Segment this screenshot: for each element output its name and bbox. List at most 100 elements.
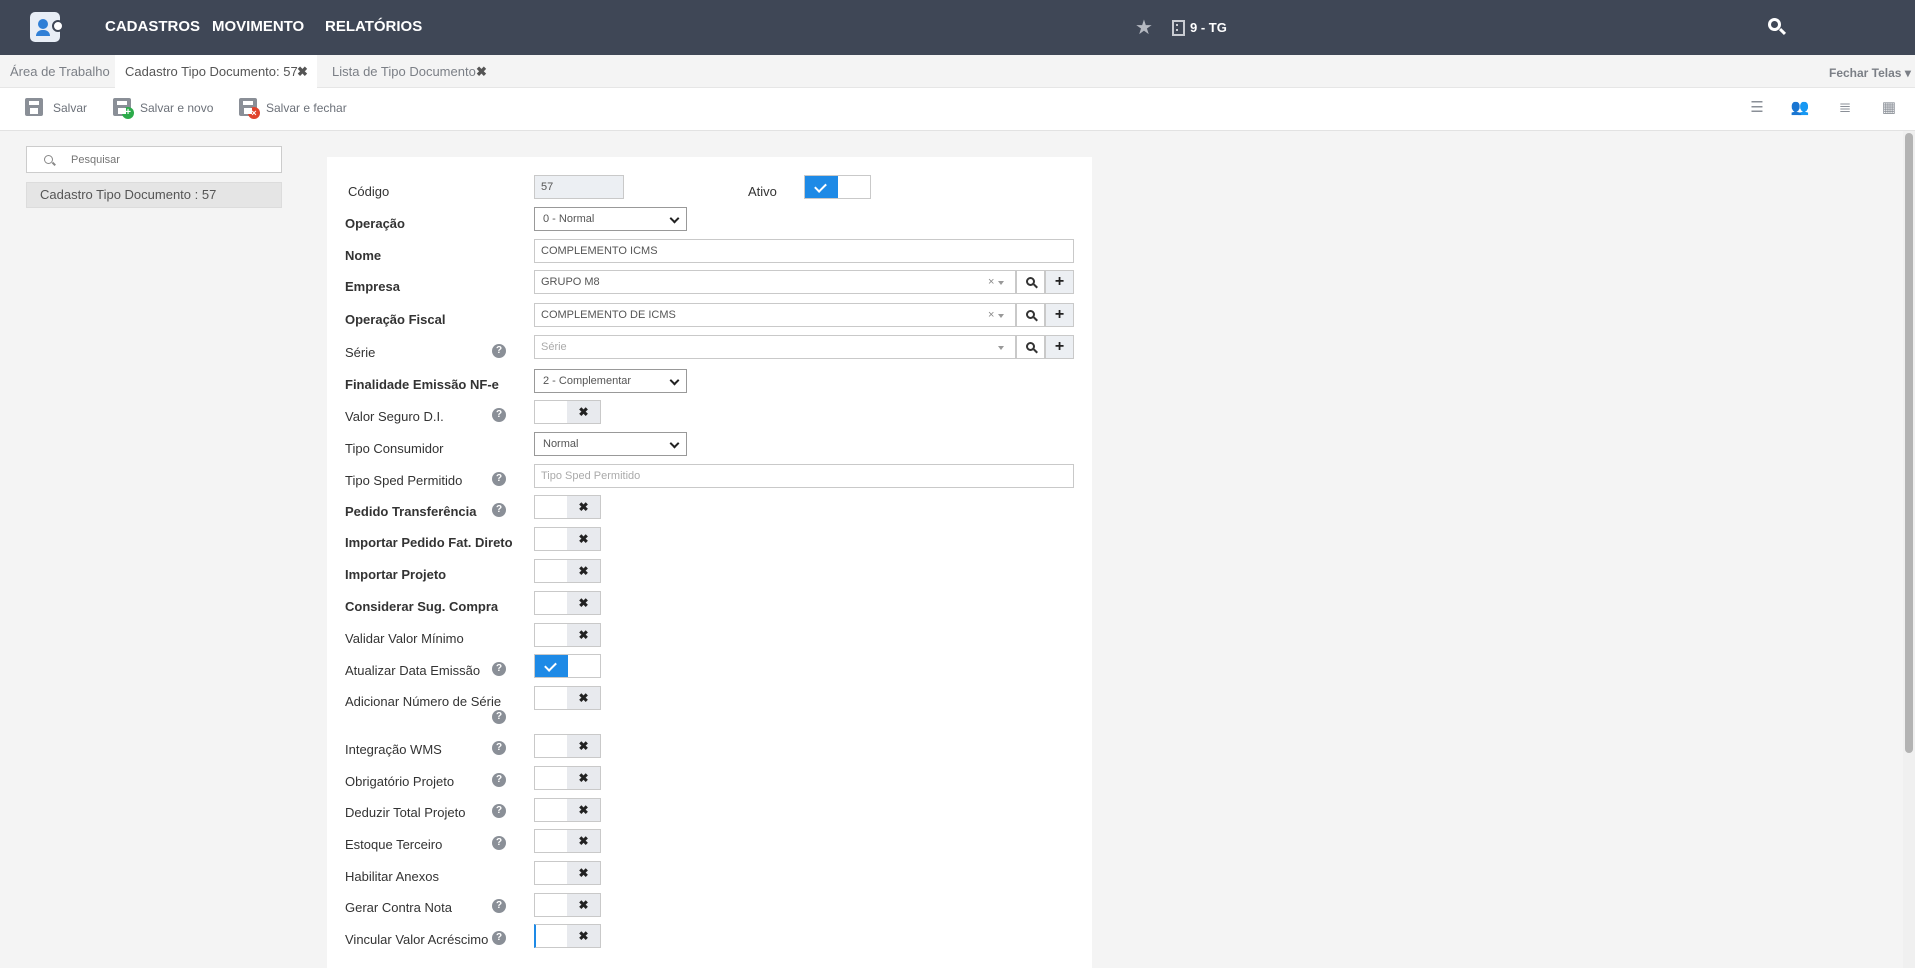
search-icon[interactable] xyxy=(1768,18,1787,36)
menu-movimento[interactable]: MOVIMENTO xyxy=(212,18,304,35)
x-icon: ✖ xyxy=(567,592,600,614)
check-icon xyxy=(535,655,568,677)
close-tab-icon[interactable]: ✖ xyxy=(476,64,487,80)
x-icon: ✖ xyxy=(567,894,600,916)
tipo-consumidor-select[interactable]: Normal xyxy=(534,432,687,456)
save-button[interactable]: Salvar xyxy=(25,98,90,122)
considerar-sug-compra-toggle[interactable]: ✖ xyxy=(534,591,601,615)
grid-view-icon[interactable]: ▦ xyxy=(1879,98,1899,118)
help-icon[interactable]: ? xyxy=(492,773,506,787)
validar-valor-minimo-toggle[interactable]: ✖ xyxy=(534,623,601,647)
ativo-label: Ativo xyxy=(748,184,777,199)
serie-label: Série xyxy=(345,345,376,360)
importar-projeto-toggle[interactable]: ✖ xyxy=(534,559,601,583)
list-view-icon[interactable]: ≣ xyxy=(1835,98,1855,118)
help-icon[interactable]: ? xyxy=(492,344,506,358)
gerar-contra-nota-toggle[interactable]: ✖ xyxy=(534,893,601,917)
serie-search-button[interactable] xyxy=(1016,335,1045,359)
operacao-fiscal-label: Operação Fiscal xyxy=(345,312,446,327)
tab-cadastro-tipo-documento[interactable]: Cadastro Tipo Documento: 57 xyxy=(115,55,317,88)
help-icon[interactable]: ? xyxy=(492,503,506,517)
sidebar-item-cadastro[interactable]: Cadastro Tipo Documento : 57 xyxy=(26,182,282,208)
top-navbar: CADASTROS MOVIMENTO RELATÓRIOS ★ 9 - TG xyxy=(0,0,1915,55)
operacao-fiscal-add-button[interactable]: + xyxy=(1045,303,1074,327)
clear-icon[interactable]: × xyxy=(988,276,994,288)
serie-select[interactable]: Série xyxy=(534,335,1016,359)
scrollbar-thumb[interactable] xyxy=(1905,133,1913,753)
importar-pedido-toggle[interactable]: ✖ xyxy=(534,527,601,551)
operacao-fiscal-select[interactable]: COMPLEMENTO DE ICMS xyxy=(534,303,1016,327)
atualizar-data-emissao-label: Atualizar Data Emissão xyxy=(345,663,481,678)
fechar-telas-menu[interactable]: Fechar Telas ▾ xyxy=(1829,66,1911,80)
help-icon[interactable]: ? xyxy=(492,472,506,486)
validar-valor-minimo-label: Validar Valor Mínimo xyxy=(345,631,464,646)
help-icon[interactable]: ? xyxy=(492,836,506,850)
x-icon: ✖ xyxy=(567,624,600,646)
favorite-star-icon[interactable]: ★ xyxy=(1135,15,1153,40)
clear-icon[interactable]: × xyxy=(988,309,994,321)
finalidade-label: Finalidade Emissão NF-e xyxy=(345,377,499,392)
x-icon: ✖ xyxy=(567,528,600,550)
operacao-select[interactable]: 0 - Normal xyxy=(534,207,687,231)
operacao-label: Operação xyxy=(345,216,405,231)
integracao-wms-toggle[interactable]: ✖ xyxy=(534,734,601,758)
importar-pedido-label: Importar Pedido Fat. Direto xyxy=(345,535,513,550)
save-icon xyxy=(25,98,43,116)
empresa-search-button[interactable] xyxy=(1016,270,1045,294)
help-icon[interactable]: ? xyxy=(492,741,506,755)
sidebar-search-input[interactable] xyxy=(71,152,271,168)
considerar-sug-compra-label: Considerar Sug. Compra xyxy=(345,599,499,614)
tipo-sped-field[interactable]: Tipo Sped Permitido xyxy=(534,464,1074,488)
valor-seguro-toggle[interactable]: ✖ xyxy=(534,400,601,424)
close-tab-icon[interactable]: ✖ xyxy=(297,64,308,80)
users-icon[interactable]: 👥 xyxy=(1790,98,1810,118)
help-icon[interactable]: ? xyxy=(492,408,506,422)
menu-relatorios[interactable]: RELATÓRIOS xyxy=(325,18,422,35)
company-selector[interactable]: 9 - TG xyxy=(1190,20,1227,35)
tab-area-de-trabalho[interactable]: Área de Trabalho xyxy=(0,55,120,88)
help-icon[interactable]: ? xyxy=(492,899,506,913)
menu-cadastros[interactable]: CADASTROS xyxy=(105,18,200,35)
nome-field[interactable]: COMPLEMENTO ICMS xyxy=(534,239,1074,263)
tab-lista-tipo-documento[interactable]: Lista de Tipo Documento xyxy=(322,55,486,88)
vincular-valor-acrescimo-label: Vincular Valor Acréscimo xyxy=(345,932,489,947)
help-icon[interactable]: ? xyxy=(492,804,506,818)
pedido-transferencia-toggle[interactable]: ✖ xyxy=(534,495,601,519)
serie-add-button[interactable]: + xyxy=(1045,335,1074,359)
x-icon: ✖ xyxy=(567,767,600,789)
caret-down-icon xyxy=(998,346,1004,350)
vincular-valor-acrescimo-toggle[interactable]: ✖ xyxy=(534,924,601,948)
obrigatorio-projeto-toggle[interactable]: ✖ xyxy=(534,766,601,790)
chevron-down-icon xyxy=(669,213,680,224)
chevron-down-icon xyxy=(669,375,680,386)
empresa-select[interactable]: GRUPO M8 xyxy=(534,270,1016,294)
operacao-fiscal-search-button[interactable] xyxy=(1016,303,1045,327)
app-logo-icon[interactable] xyxy=(30,12,64,42)
save-and-new-button[interactable]: + Salvar e novo xyxy=(113,98,213,122)
filters-icon[interactable]: ☰ xyxy=(1747,98,1767,118)
codigo-field[interactable]: 57 xyxy=(534,175,624,199)
tab-bar: Área de Trabalho Cadastro Tipo Documento… xyxy=(0,55,1915,88)
habilitar-anexos-label: Habilitar Anexos xyxy=(345,869,439,884)
save-and-close-button[interactable]: × Salvar e fechar xyxy=(239,98,349,122)
deduzir-total-projeto-toggle[interactable]: ✖ xyxy=(534,798,601,822)
page-scrollbar[interactable] xyxy=(1903,131,1915,968)
nome-label: Nome xyxy=(345,248,382,263)
building-icon xyxy=(1172,20,1185,36)
tipo-consumidor-label: Tipo Consumidor xyxy=(345,441,444,456)
empresa-add-button[interactable]: + xyxy=(1045,270,1074,294)
ativo-toggle[interactable] xyxy=(804,175,871,199)
sidebar-search xyxy=(26,146,282,173)
help-icon[interactable]: ? xyxy=(492,710,506,724)
help-icon[interactable]: ? xyxy=(492,662,506,676)
adicionar-numero-serie-toggle[interactable]: ✖ xyxy=(534,686,601,710)
finalidade-select[interactable]: 2 - Complementar xyxy=(534,369,687,393)
x-icon: ✖ xyxy=(567,560,600,582)
atualizar-data-emissao-toggle[interactable] xyxy=(534,654,601,678)
obrigatorio-projeto-label: Obrigatório Projeto xyxy=(345,774,455,789)
help-icon[interactable]: ? xyxy=(492,931,506,945)
codigo-label: Código xyxy=(348,184,390,199)
estoque-terceiro-toggle[interactable]: ✖ xyxy=(534,829,601,853)
save-new-icon: + xyxy=(113,98,134,119)
habilitar-anexos-toggle[interactable]: ✖ xyxy=(534,861,601,885)
